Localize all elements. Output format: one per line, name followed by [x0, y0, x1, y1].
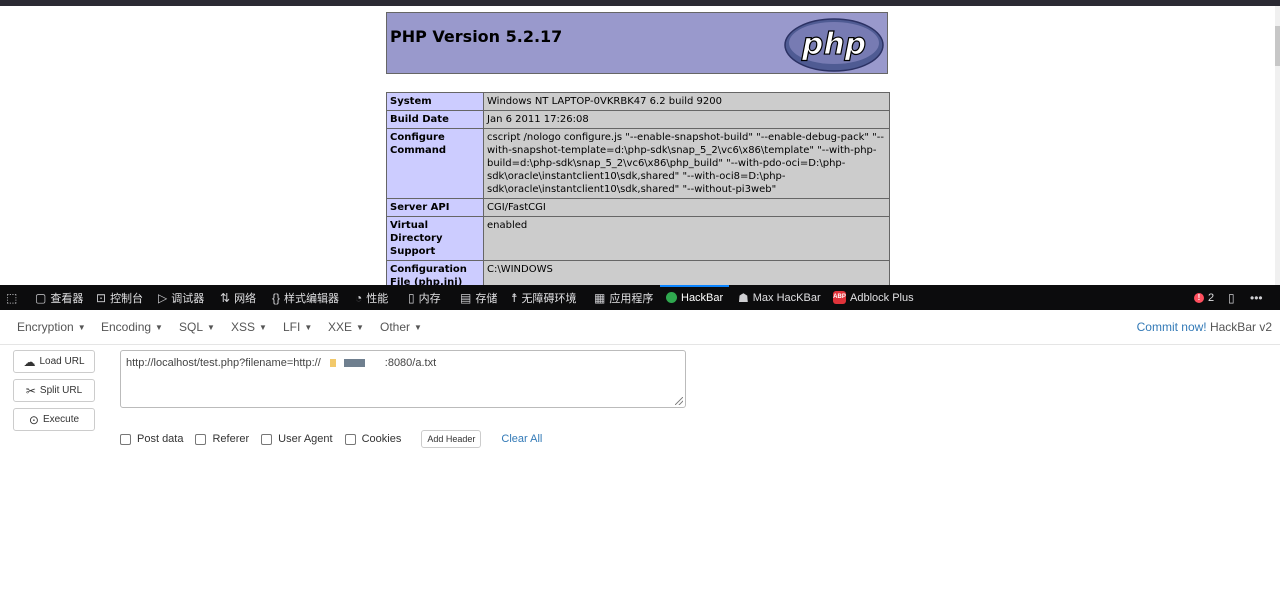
phpinfo-header: PHP Version 5.2.17 php: [386, 12, 888, 74]
referer-checkbox[interactable]: Referer: [195, 433, 249, 445]
caret-down-icon: ▼: [259, 323, 267, 333]
dock-side-icon[interactable]: ▯: [1228, 285, 1235, 310]
row-value: CGI/FastCGI: [483, 198, 890, 217]
tab-debugger[interactable]: ▷ 调试器: [158, 285, 204, 310]
tab-inspector[interactable]: ▢ 查看器: [35, 285, 83, 310]
table-row: System Windows NT LAPTOP-0VKRBK47 6.2 bui…: [386, 92, 890, 111]
tab-adblock-plus[interactable]: ABP Adblock Plus: [833, 285, 914, 310]
commit-link[interactable]: Commit now!: [1137, 320, 1207, 334]
caret-down-icon: ▼: [207, 323, 215, 333]
performance-icon: ◔: [355, 290, 363, 305]
user-agent-checkbox[interactable]: User Agent: [261, 433, 333, 445]
inspector-icon: ▢: [35, 290, 47, 305]
options-row: Post data Referer User Agent Cookies Add…: [120, 430, 542, 448]
application-icon: ▦: [594, 290, 606, 305]
debugger-icon: ▷: [158, 290, 168, 305]
resize-grip-icon[interactable]: [675, 397, 683, 405]
tab-hackbar[interactable]: HackBar: [659, 285, 730, 310]
storage-icon: ▤: [460, 290, 472, 305]
split-url-button[interactable]: ✂ Split URL: [13, 379, 95, 402]
hackbar-icon: [666, 292, 677, 303]
redacted-host: [320, 359, 365, 368]
caret-down-icon: ▼: [414, 323, 422, 333]
pick-element-icon[interactable]: ⬚: [6, 285, 17, 310]
scrollbar-thumb[interactable]: [1275, 26, 1280, 66]
error-icon: !: [1194, 292, 1204, 303]
row-key: Virtual Directory Support: [386, 216, 484, 261]
devtools-toolbar: ⬚ ▢ 查看器 ⊡ 控制台 ▷ 调试器 ⇅ 网络 {} 样式编辑器 ◔ 性能 ▯ 内存 ▤ 存储…: [0, 285, 1280, 310]
page-scrollbar[interactable]: [1275, 6, 1280, 285]
console-icon: ⊡: [96, 290, 107, 305]
row-key: System: [386, 92, 484, 111]
clear-all-link[interactable]: Clear All: [501, 433, 542, 445]
svg-text:php: php: [801, 27, 866, 62]
page-title: PHP Version 5.2.17: [390, 27, 563, 46]
menu-other[interactable]: Other ▼: [380, 320, 422, 334]
row-value: Jan 6 2011 17:26:08: [483, 110, 890, 129]
row-value: cscript /nologo configure.js "--enable-s…: [483, 128, 890, 199]
checkbox-icon: [344, 433, 356, 445]
tab-storage[interactable]: ▤ 存储: [460, 285, 497, 310]
caret-down-icon: ▼: [155, 323, 163, 333]
row-key: Configuration File (php.ini) Path: [386, 260, 484, 285]
more-options-icon[interactable]: •••: [1250, 285, 1263, 310]
page-viewport: PHP Version 5.2.17 php System Windows NT …: [0, 6, 1280, 285]
tab-memory[interactable]: ▯ 内存: [408, 285, 441, 310]
table-row: Virtual Directory Support enabled: [386, 216, 890, 261]
redacted-gap: [365, 359, 385, 367]
tab-max-hackbar[interactable]: ☗ Max HacKBar: [738, 285, 821, 310]
caret-down-icon: ▼: [77, 323, 86, 333]
table-row: Configure Command cscript /nologo configu…: [386, 128, 890, 199]
scissors-icon: ✂: [25, 383, 36, 398]
table-row: Configuration File (php.ini) PathC:\WIND…: [386, 260, 890, 285]
cloud-download-icon: ☁: [23, 354, 36, 369]
table-row: Server API CGI/FastCGI: [386, 198, 890, 217]
cookies-checkbox[interactable]: Cookies: [344, 433, 401, 445]
menu-sql[interactable]: SQL ▼: [179, 320, 215, 334]
row-key: Configure Command: [386, 128, 484, 199]
hackbar-menubar: Encryption ▼ Encoding ▼ SQL ▼ XSS ▼ LFI ▼ XXE…: [0, 310, 1280, 345]
error-counter[interactable]: ! 2: [1194, 285, 1214, 310]
row-key: Build Date: [386, 110, 484, 129]
menu-xss[interactable]: XSS ▼: [231, 320, 267, 334]
menu-encoding[interactable]: Encoding ▼: [101, 320, 163, 334]
url-suffix: :8080/a.txt: [384, 357, 437, 369]
row-key: Server API: [386, 198, 484, 217]
tab-accessibility[interactable]: ☨ 无障碍环境: [511, 285, 577, 310]
adblock-icon: ABP: [833, 291, 846, 304]
row-value: C:\WINDOWS: [483, 260, 890, 285]
post-data-checkbox[interactable]: Post data: [120, 433, 183, 445]
network-icon: ⇅: [220, 290, 231, 305]
load-url-button[interactable]: ☁ Load URL: [13, 350, 95, 373]
row-value: Windows NT LAPTOP-0VKRBK47 6.2 build 920…: [483, 92, 890, 111]
max-hackbar-icon: ☗: [738, 290, 749, 305]
url-textarea[interactable]: http://localhost/test.php?filename=http:…: [120, 350, 686, 408]
play-circle-icon: ⊙: [28, 412, 39, 427]
row-value: enabled: [483, 216, 890, 261]
tab-performance[interactable]: ◔ 性能: [355, 285, 388, 310]
memory-icon: ▯: [408, 290, 415, 305]
php-logo: php: [784, 18, 884, 72]
add-header-button[interactable]: Add Header: [421, 430, 482, 448]
caret-down-icon: ▼: [356, 323, 364, 333]
execute-button[interactable]: ⊙ Execute: [13, 408, 95, 431]
phpinfo-table: System Windows NT LAPTOP-0VKRBK47 6.2 bui…: [386, 92, 890, 285]
hackbar-version: HackBar v2: [1209, 320, 1272, 334]
checkbox-icon: [120, 433, 131, 445]
accessibility-icon: ☨: [511, 290, 518, 305]
tab-application[interactable]: ▦ 应用程序: [594, 285, 653, 310]
menu-xxe[interactable]: XXE ▼: [328, 320, 364, 334]
tab-network[interactable]: ⇅ 网络: [220, 285, 256, 310]
tab-console[interactable]: ⊡ 控制台: [96, 285, 143, 310]
commit-area: Commit now! HackBar v2: [1137, 320, 1272, 334]
caret-down-icon: ▼: [304, 323, 313, 333]
menu-lfi[interactable]: LFI ▼: [283, 320, 312, 334]
checkbox-icon: [261, 433, 273, 445]
url-prefix: http://localhost/test.php?filename=http:…: [126, 357, 321, 369]
checkbox-icon: [195, 433, 207, 445]
menu-encryption[interactable]: Encryption ▼: [17, 320, 86, 334]
style-editor-icon: {}: [272, 290, 281, 305]
tab-style-editor[interactable]: {} 样式编辑器: [272, 285, 339, 310]
table-row: Build Date Jan 6 2011 17:26:08: [386, 110, 890, 129]
